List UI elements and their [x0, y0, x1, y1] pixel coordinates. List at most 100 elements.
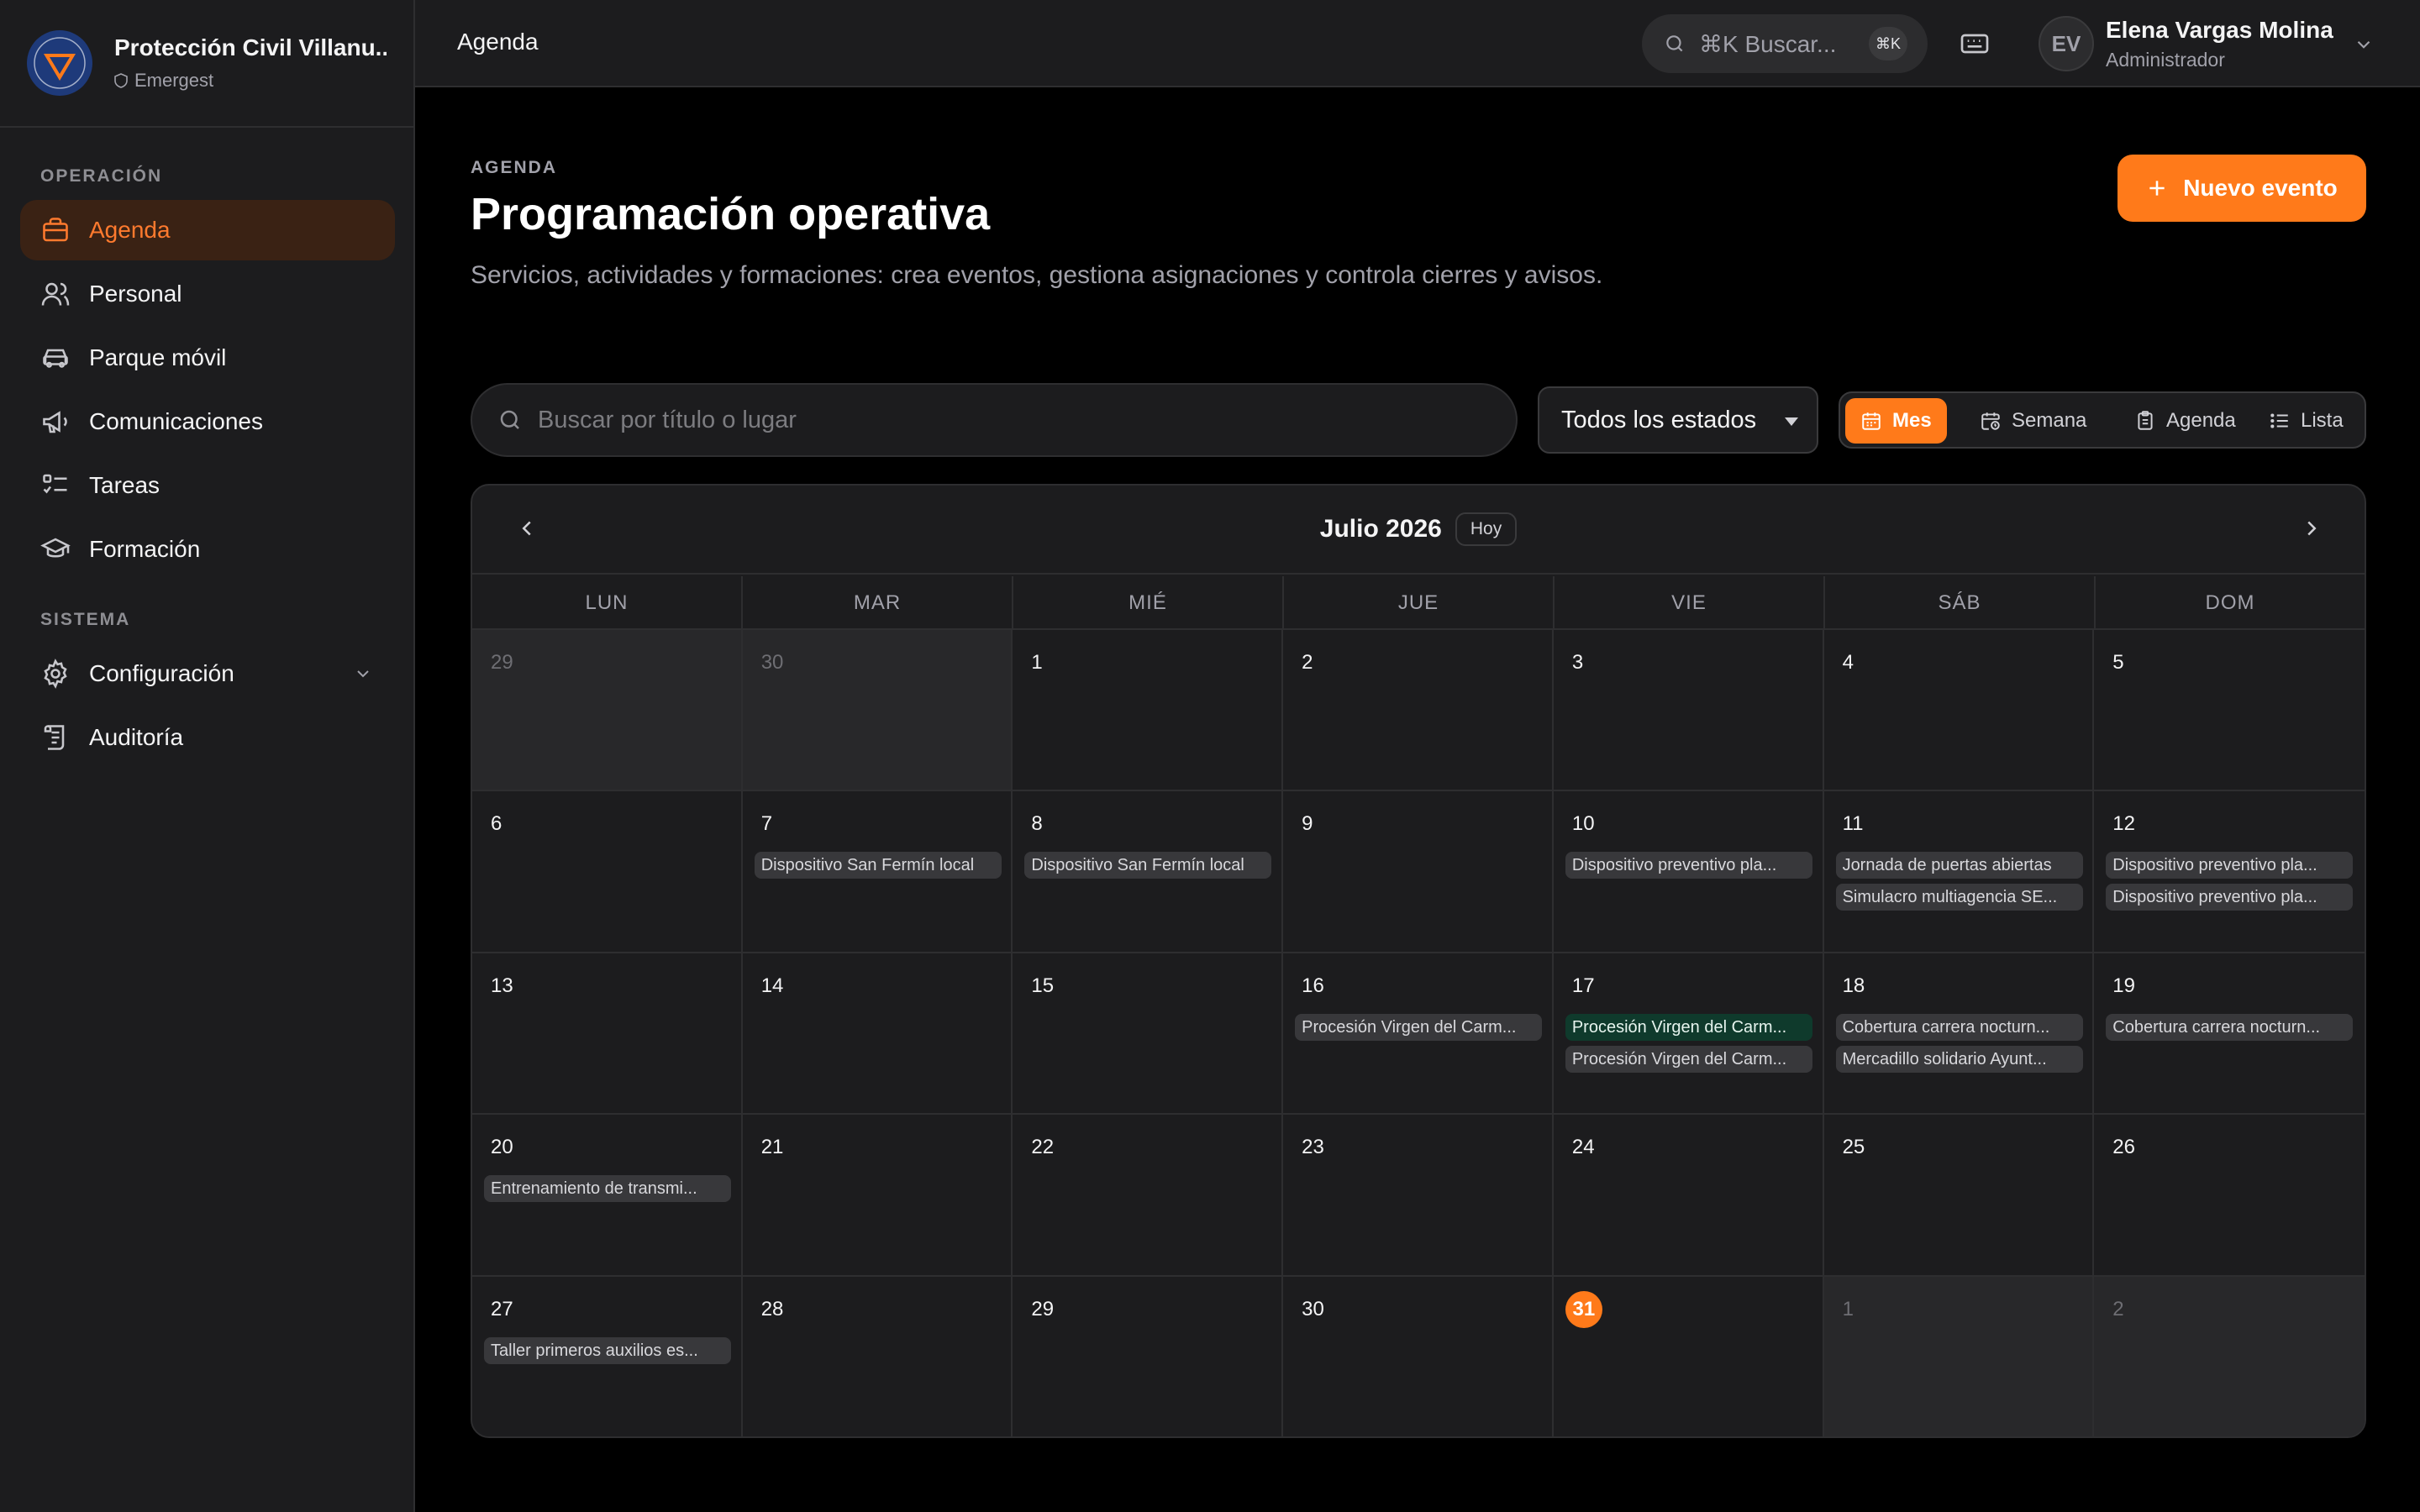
view-label: Agenda — [2166, 409, 2236, 432]
calendar-day-cell[interactable]: 17 Procesión Virgen del Carm... Procesión … — [1553, 953, 1824, 1116]
calendar-event[interactable]: Entrenamiento de transmi... — [484, 1175, 731, 1203]
chevron-right-icon[interactable] — [2299, 516, 2324, 541]
user-name[interactable]: Elena Vargas Molina — [2106, 17, 2333, 44]
calendar-day-cell[interactable]: 26 — [2094, 1115, 2365, 1277]
avatar[interactable]: EV — [2039, 16, 2094, 71]
event-list: Cobertura carrera nocturn... Mercadillo s… — [1835, 1013, 2093, 1073]
day-number: 29 — [491, 651, 513, 674]
calendar-day-cell[interactable]: 29 — [472, 630, 743, 792]
calendar-day-cell[interactable]: 18 Cobertura carrera nocturn... Mercadillo… — [1823, 953, 2095, 1116]
calendar-event[interactable]: Dispositivo preventivo pla... — [2106, 884, 2354, 911]
event-list: Procesión Virgen del Carm... Procesión Vi… — [1565, 1013, 1823, 1073]
calendar-event[interactable]: Procesión Virgen del Carm... — [1565, 1013, 1812, 1041]
calendar-day-cell[interactable]: 6 — [472, 791, 743, 953]
sidebar-item-configuracion[interactable]: Configuración — [20, 643, 395, 704]
graduation-cap-icon — [40, 538, 71, 558]
new-event-button[interactable]: Nuevo evento — [2118, 155, 2366, 222]
keyboard-shortcuts-button[interactable] — [1958, 27, 1991, 60]
calendar-day-cell[interactable]: 1 — [1013, 630, 1284, 792]
day-number: 29 — [1031, 1297, 1055, 1320]
calendar-event[interactable]: Dispositivo San Fermín local — [754, 852, 1002, 879]
day-number: 19 — [2112, 974, 2135, 997]
view-month-button[interactable]: Mes — [1845, 398, 1947, 444]
sidebar-item-comunicaciones[interactable]: Comunicaciones — [20, 391, 395, 452]
calendar-day-cell[interactable]: 2 — [2094, 1276, 2365, 1436]
calendar-day-cell[interactable]: 2 — [1283, 630, 1554, 792]
sidebar-item-auditoria[interactable]: Auditoría — [20, 707, 395, 768]
event-search-input[interactable] — [538, 406, 1462, 434]
calendar-event[interactable]: Mercadillo solidario Ayunt... — [1835, 1045, 2083, 1073]
calendar-day-cell[interactable]: 23 — [1283, 1115, 1554, 1277]
calendar-day-cell[interactable]: 4 — [1823, 630, 2095, 792]
calendar-day-cell[interactable]: 21 — [742, 1115, 1013, 1277]
keyboard-icon — [1960, 34, 1989, 54]
calendar-day-cell[interactable]: 13 — [472, 953, 743, 1116]
command-search-button[interactable]: ⌘K Buscar... ⌘K — [1642, 14, 1928, 73]
calendar-day-cell[interactable]: 20 Entrenamiento de transmi... — [472, 1115, 743, 1277]
calendar-day-cell[interactable]: 1 — [1823, 1276, 2095, 1436]
day-number: 30 — [760, 651, 784, 674]
chevron-down-icon[interactable] — [2353, 34, 2375, 55]
weekday-label: MIÉ — [1013, 576, 1284, 628]
sidebar-item-formacion[interactable]: Formación — [20, 519, 395, 580]
view-week-button[interactable]: Semana — [1965, 398, 2102, 444]
calendar-day-cell[interactable]: 11 Jornada de puertas abiertas Simulacro m… — [1823, 791, 2095, 953]
search-icon — [1666, 35, 1683, 52]
sidebar-item-personal[interactable]: Personal — [20, 264, 395, 324]
today-button[interactable]: Hoy — [1455, 512, 1518, 546]
calendar-day-cell[interactable]: 31 — [1553, 1276, 1824, 1436]
day-number: 9 — [1302, 812, 1313, 836]
calendar-day-cell[interactable]: 25 — [1823, 1115, 2095, 1277]
calendar-day-cell[interactable]: 15 — [1013, 953, 1284, 1116]
calendar-event[interactable]: Cobertura carrera nocturn... — [2106, 1013, 2354, 1041]
chevron-down-icon[interactable] — [353, 664, 373, 684]
calendar-day-cell[interactable]: 30 — [1283, 1276, 1554, 1436]
weekday-label: JUE — [1284, 576, 1555, 628]
sidebar-item-tareas[interactable]: Tareas — [20, 455, 395, 516]
calendar-event[interactable]: Dispositivo preventivo pla... — [1565, 852, 1812, 879]
clipboard-icon — [2138, 411, 2153, 430]
event-list: Dispositivo San Fermín local — [754, 852, 1012, 879]
calendar-event[interactable]: Procesión Virgen del Carm... — [1565, 1045, 1812, 1073]
calendar-day-cell[interactable]: 30 — [742, 630, 1013, 792]
calendar-event[interactable]: Taller primeros auxilios es... — [484, 1336, 731, 1364]
day-number: 30 — [1302, 1297, 1324, 1320]
calendar-day-cell[interactable]: 19 Cobertura carrera nocturn... — [2094, 953, 2365, 1116]
calendar-icon — [1862, 412, 1881, 430]
calendar-day-cell[interactable]: 8 Dispositivo San Fermín local — [1013, 791, 1284, 953]
event-search[interactable] — [471, 383, 1518, 457]
calendar-day-cell[interactable]: 29 — [1013, 1276, 1284, 1436]
day-number: 18 — [1842, 974, 1865, 997]
calendar-event[interactable]: Simulacro multiagencia SE... — [1835, 884, 2083, 911]
plus-icon — [2149, 181, 2165, 196]
brand-header[interactable]: Protección Civil Villanu... Emergest — [0, 0, 413, 128]
checklist-icon — [43, 474, 67, 494]
calendar-day-cell[interactable]: 22 — [1013, 1115, 1284, 1277]
calendar-event[interactable]: Dispositivo preventivo pla... — [2106, 852, 2354, 879]
status-filter-select[interactable]: Todos los estados — [1538, 386, 1818, 454]
calendar-day-cell[interactable]: 16 Procesión Virgen del Carm... — [1283, 953, 1554, 1116]
sidebar-item-label: Tareas — [89, 472, 160, 498]
view-agenda-button[interactable]: Agenda — [2119, 398, 2251, 444]
calendar-day-cell[interactable]: 5 — [2094, 630, 2365, 792]
gear-icon — [44, 659, 67, 689]
calendar-event[interactable]: Dispositivo San Fermín local — [1024, 852, 1272, 879]
calendar-day-cell[interactable]: 28 — [742, 1276, 1013, 1436]
calendar-day-cell[interactable]: 9 — [1283, 791, 1554, 953]
calendar-event[interactable]: Cobertura carrera nocturn... — [1835, 1013, 2083, 1041]
calendar-event[interactable]: Procesión Virgen del Carm... — [1295, 1013, 1543, 1041]
view-list-button[interactable]: Lista — [2254, 398, 2359, 444]
calendar-day-cell[interactable]: 12 Dispositivo preventivo pla... Dispositi… — [2094, 791, 2365, 953]
calendar-day-cell[interactable]: 7 Dispositivo San Fermín local — [742, 791, 1013, 953]
weekday-label: SÁB — [1825, 576, 2096, 628]
calendar-event[interactable]: Jornada de puertas abiertas — [1835, 852, 2083, 879]
calendar-day-cell[interactable]: 10 Dispositivo preventivo pla... — [1553, 791, 1824, 953]
calendar-day-cell[interactable]: 24 — [1553, 1115, 1824, 1277]
calendar-day-cell[interactable]: 3 — [1553, 630, 1824, 792]
sidebar-item-parque-movil[interactable]: Parque móvil — [20, 328, 395, 388]
sidebar-item-agenda[interactable]: Agenda — [20, 200, 395, 260]
calendar-month-title: Julio 2026 — [1319, 515, 1442, 543]
calendar-day-cell[interactable]: 14 — [742, 953, 1013, 1116]
event-list: Dispositivo preventivo pla... — [1565, 852, 1823, 879]
calendar-day-cell[interactable]: 27 Taller primeros auxilios es... — [472, 1276, 743, 1436]
